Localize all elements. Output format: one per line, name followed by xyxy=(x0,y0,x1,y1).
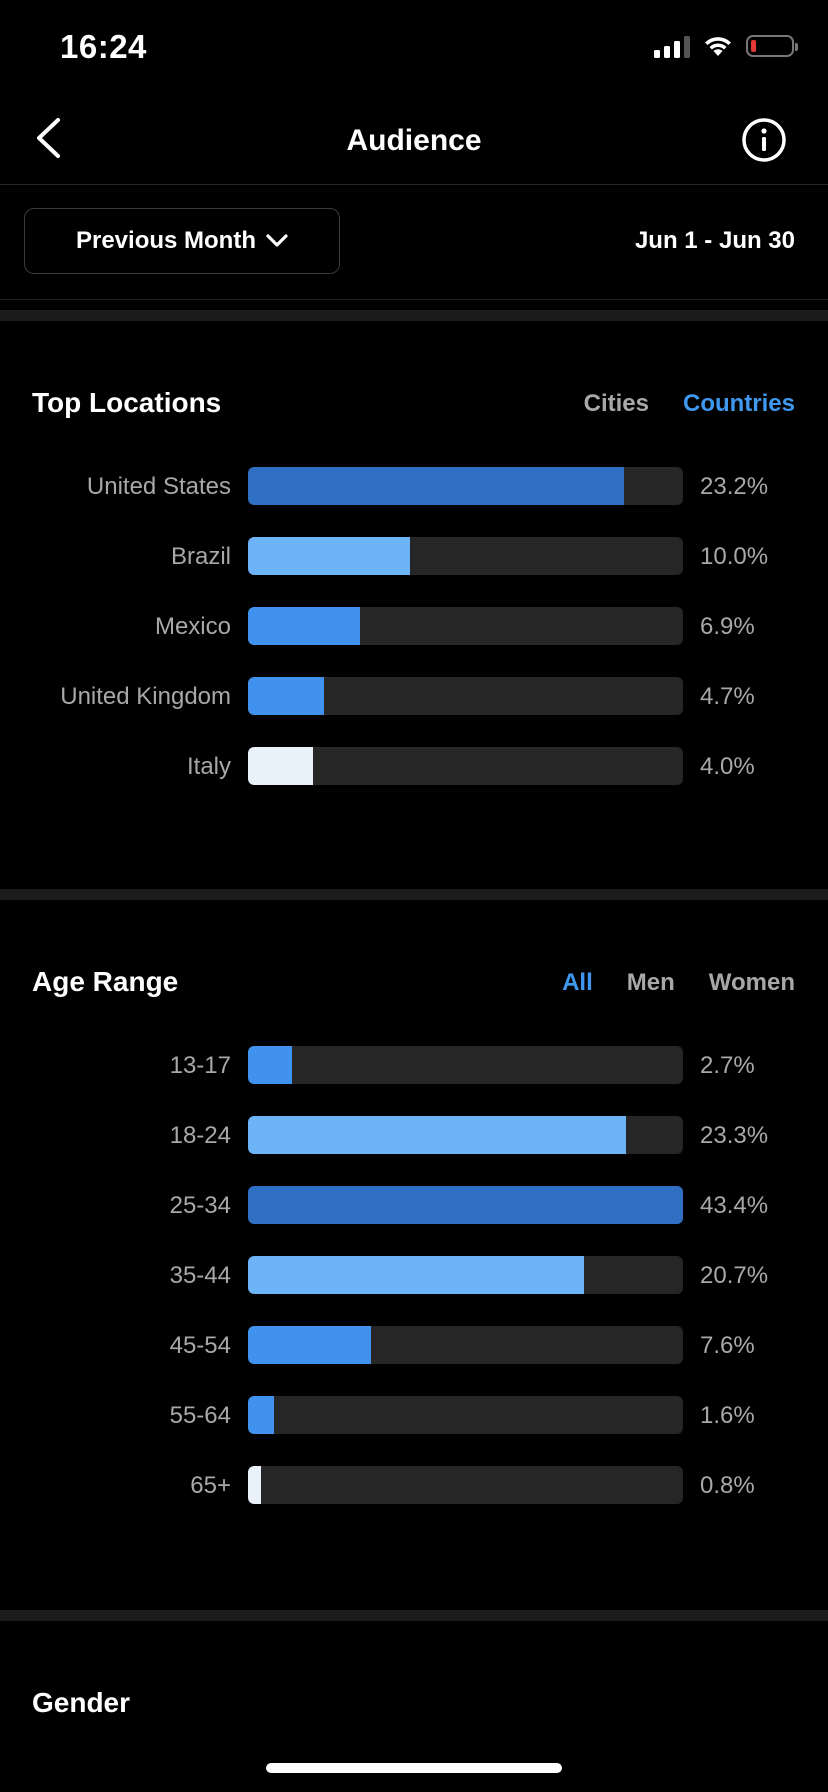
age-bar-fill xyxy=(248,1466,261,1504)
location-bar-track xyxy=(248,607,683,645)
age-bar-fill xyxy=(248,1256,584,1294)
location-bar-fill xyxy=(248,607,360,645)
tab-countries[interactable]: Countries xyxy=(683,390,795,418)
home-indicator xyxy=(266,1763,562,1773)
age-label: 45-54 xyxy=(169,1332,231,1359)
location-label: Italy xyxy=(186,753,231,780)
status-icons xyxy=(654,34,798,58)
location-bar-fill xyxy=(248,677,324,715)
location-label: Brazil xyxy=(170,543,231,570)
age-label: 35-44 xyxy=(169,1262,231,1289)
location-row: Italy 4.0% xyxy=(0,747,828,787)
top-locations-tabs: Cities Countries xyxy=(584,390,795,418)
tab-cities[interactable]: Cities xyxy=(584,390,649,418)
age-bar-fill xyxy=(248,1396,274,1434)
location-label: United States xyxy=(86,473,231,500)
filter-bar: Previous Month Jun 1 - Jun 30 xyxy=(0,185,828,300)
location-bar-track xyxy=(248,537,683,575)
age-range-section: Age Range All Men Women 13-17 2.7% 18-24 23… xyxy=(0,900,828,1610)
date-range: Jun 1 - Jun 30 xyxy=(634,227,795,254)
age-value: 43.4% xyxy=(700,1192,769,1219)
age-row: 45-54 7.6% xyxy=(0,1326,828,1366)
age-row: 18-24 23.3% xyxy=(0,1116,828,1156)
location-row: United States 23.2% xyxy=(0,467,828,507)
age-bar-fill xyxy=(248,1186,683,1224)
chevron-down-icon xyxy=(266,234,288,247)
age-label: 18-24 xyxy=(169,1122,231,1149)
location-bar-fill xyxy=(248,467,624,505)
gender-title: Gender xyxy=(32,1687,131,1718)
location-row: United Kingdom 4.7% xyxy=(0,677,828,717)
tab-men[interactable]: Men xyxy=(627,969,675,997)
age-bar-fill xyxy=(248,1116,626,1154)
age-bar-track xyxy=(248,1326,683,1364)
location-bar-fill xyxy=(248,537,410,575)
period-label: Previous Month xyxy=(75,227,256,254)
period-dropdown[interactable]: Previous Month xyxy=(24,208,340,274)
location-bar-track xyxy=(248,467,683,505)
tab-all[interactable]: All xyxy=(562,969,593,997)
location-value: 6.9% xyxy=(700,613,755,640)
age-value: 1.6% xyxy=(700,1402,755,1429)
wifi-icon xyxy=(705,37,731,56)
age-row: 55-64 1.6% xyxy=(0,1396,828,1436)
info-button[interactable] xyxy=(740,116,788,164)
location-row: Brazil 10.0% xyxy=(0,537,828,577)
age-bar-track xyxy=(248,1396,683,1434)
location-row: Mexico 6.9% xyxy=(0,607,828,647)
location-value: 4.7% xyxy=(700,683,755,710)
age-row: 25-34 43.4% xyxy=(0,1186,828,1226)
age-range-title: Age Range xyxy=(32,966,179,997)
age-value: 23.3% xyxy=(700,1122,769,1149)
section-divider xyxy=(0,889,828,900)
nav-bar: Audience xyxy=(0,100,828,185)
top-locations-section: Top Locations Cities Countries United St… xyxy=(0,321,828,889)
location-label: United Kingdom xyxy=(60,683,231,710)
age-value: 20.7% xyxy=(700,1262,769,1289)
top-locations-title: Top Locations xyxy=(32,387,222,418)
info-icon xyxy=(742,118,786,162)
status-bar: 16:24 xyxy=(0,0,828,100)
age-bar-track xyxy=(248,1046,683,1084)
battery-level xyxy=(751,40,756,52)
location-bar-fill xyxy=(248,747,313,785)
page-title: Audience xyxy=(346,124,482,157)
age-row: 65+ 0.8% xyxy=(0,1466,828,1506)
age-label: 13-17 xyxy=(169,1052,231,1079)
age-label: 55-64 xyxy=(169,1402,231,1429)
age-value: 2.7% xyxy=(700,1052,755,1079)
signal-icon xyxy=(654,34,690,58)
age-bar-track xyxy=(248,1186,683,1224)
age-range-tabs: All Men Women xyxy=(562,969,795,997)
age-bar-fill xyxy=(248,1326,371,1364)
location-bar-track xyxy=(248,677,683,715)
section-divider xyxy=(0,310,828,321)
age-bar-track xyxy=(248,1466,683,1504)
age-label: 25-34 xyxy=(169,1192,231,1219)
battery-icon xyxy=(746,35,798,57)
age-value: 0.8% xyxy=(700,1472,755,1499)
age-bar-track xyxy=(248,1256,683,1294)
section-divider xyxy=(0,1610,828,1621)
location-bar-track xyxy=(248,747,683,785)
location-label: Mexico xyxy=(154,613,231,640)
location-value: 10.0% xyxy=(700,543,769,570)
age-value: 7.6% xyxy=(700,1332,755,1359)
location-value: 4.0% xyxy=(700,753,755,780)
age-bar-track xyxy=(248,1116,683,1154)
status-time: 16:24 xyxy=(60,28,147,65)
age-label: 65+ xyxy=(190,1472,231,1499)
age-bar-fill xyxy=(248,1046,292,1084)
age-row: 35-44 20.7% xyxy=(0,1256,828,1296)
age-row: 13-17 2.7% xyxy=(0,1046,828,1086)
tab-women[interactable]: Women xyxy=(709,969,795,997)
location-value: 23.2% xyxy=(700,473,769,500)
